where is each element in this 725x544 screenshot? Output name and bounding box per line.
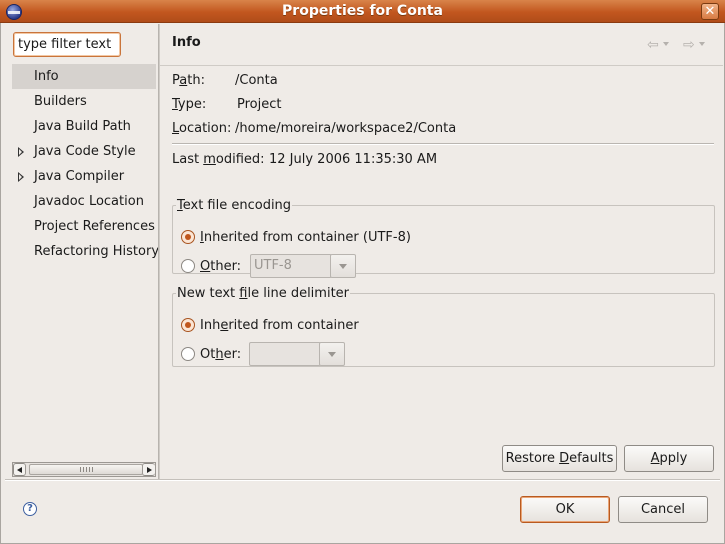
scroll-left-icon[interactable] bbox=[13, 463, 26, 476]
encoding-combo[interactable]: UTF-8 bbox=[250, 254, 332, 278]
left-pane: Info Builders Java Build Path Java Code … bbox=[5, 24, 160, 479]
info-separator bbox=[172, 143, 714, 145]
page-title: Info bbox=[172, 35, 201, 50]
delimiter-inherited-option[interactable]: Inherited from container bbox=[181, 315, 359, 337]
path-label-text: th: bbox=[187, 73, 205, 88]
legend-text: ext file encoding bbox=[182, 198, 292, 213]
modified-row: Last modified: 12 July 2006 11:35:30 AM bbox=[172, 152, 437, 167]
tree-item-label: Javadoc Location bbox=[34, 194, 144, 209]
button-mnemonic: D bbox=[559, 451, 570, 466]
option-mnemonic: O bbox=[200, 259, 211, 274]
button-mnemonic: A bbox=[650, 451, 660, 466]
modified-label-mnemonic: m bbox=[203, 152, 216, 167]
path-row: Path:/Conta bbox=[172, 73, 278, 88]
forward-arrow-icon[interactable]: ⇨ bbox=[683, 37, 709, 53]
expand-arrow-icon[interactable] bbox=[18, 147, 24, 157]
window-title: Properties for Conta bbox=[282, 3, 443, 19]
modified-label-text: Last bbox=[172, 152, 204, 167]
delimiter-combo[interactable] bbox=[249, 342, 321, 366]
button-text: pply bbox=[659, 451, 688, 466]
forward-glyph: ⇨ bbox=[683, 37, 695, 53]
tree-item-label: Info bbox=[34, 69, 59, 84]
tree-item-label: Builders bbox=[34, 94, 87, 109]
tree-item-label: Java Build Path bbox=[34, 119, 131, 134]
delimiter-other-option[interactable]: Other: bbox=[181, 344, 241, 366]
tree-item-label: Project References bbox=[34, 219, 155, 234]
location-label-mnemonic: L bbox=[172, 121, 180, 136]
back-arrow-icon[interactable]: ⇦ bbox=[647, 37, 673, 53]
ok-button[interactable]: OK bbox=[520, 496, 610, 523]
option-text: Inh bbox=[200, 318, 221, 333]
forward-dropdown-icon[interactable] bbox=[699, 42, 705, 46]
tree-item-java-code-style[interactable]: Java Code Style bbox=[12, 139, 156, 164]
title-bar: Properties for Conta ✕ bbox=[0, 0, 725, 23]
delimiter-legend: New text file line delimiter bbox=[176, 286, 350, 301]
button-text: efaults bbox=[569, 451, 614, 466]
radio-unchecked-icon[interactable] bbox=[181, 258, 195, 273]
page-header: Info ⇦ ⇨ bbox=[160, 24, 723, 66]
modified-value: 12 July 2006 11:35:30 AM bbox=[269, 152, 438, 167]
delimiter-group: New text file line delimiter Inherited f… bbox=[172, 286, 715, 367]
back-dropdown-icon[interactable] bbox=[663, 42, 669, 46]
tree-item-label: Java Code Style bbox=[34, 144, 136, 159]
type-value: Project bbox=[237, 97, 282, 112]
location-label: Location: bbox=[172, 121, 235, 136]
tree-item-javadoc-location[interactable]: Javadoc Location bbox=[12, 189, 156, 214]
option-text: Ot bbox=[200, 347, 216, 362]
tree-item-builders[interactable]: Builders bbox=[12, 89, 156, 114]
radio-checked-icon[interactable] bbox=[181, 229, 195, 244]
encoding-other-option[interactable]: Other: bbox=[181, 256, 241, 278]
option-text: nherited from container (UTF-8) bbox=[203, 230, 411, 245]
modified-label-text: odified: bbox=[215, 152, 265, 167]
option-text: er: bbox=[223, 347, 242, 362]
cancel-button[interactable]: Cancel bbox=[618, 496, 708, 523]
option-mnemonic: h bbox=[215, 347, 224, 362]
tree-item-refactoring-history[interactable]: Refactoring History bbox=[12, 239, 160, 264]
tree-item-info[interactable]: Info bbox=[12, 64, 156, 89]
property-tree: Info Builders Java Build Path Java Code … bbox=[12, 64, 160, 264]
location-label-text: ocation: bbox=[179, 121, 232, 136]
encoding-dropdown-icon[interactable] bbox=[330, 254, 356, 278]
location-value: /home/moreira/workspace2/Conta bbox=[235, 121, 457, 136]
option-text: ther: bbox=[210, 259, 242, 274]
filter-input[interactable] bbox=[13, 32, 121, 57]
expand-arrow-icon[interactable] bbox=[18, 172, 24, 182]
tree-item-project-references[interactable]: Project References bbox=[12, 214, 156, 239]
legend-text: New text bbox=[177, 286, 240, 301]
button-text: Restore bbox=[505, 451, 560, 466]
path-label: Path: bbox=[172, 73, 235, 88]
type-label: Type: bbox=[172, 97, 237, 112]
delimiter-dropdown-icon[interactable] bbox=[319, 342, 345, 366]
restore-defaults-button[interactable]: Restore Defaults bbox=[502, 445, 617, 472]
horizontal-scrollbar[interactable] bbox=[12, 462, 156, 477]
encoding-legend: Text file encoding bbox=[176, 198, 292, 213]
location-row: Location:/home/moreira/workspace2/Conta bbox=[172, 121, 456, 136]
encoding-inherited-option[interactable]: Inherited from container (UTF-8) bbox=[181, 227, 411, 249]
tree-item-java-compiler[interactable]: Java Compiler bbox=[12, 164, 156, 189]
encoding-group: Text file encoding Inherited from contai… bbox=[172, 198, 715, 278]
scroll-right-icon[interactable] bbox=[142, 463, 155, 476]
scroll-thumb[interactable] bbox=[29, 464, 143, 475]
apply-button[interactable]: Apply bbox=[624, 445, 714, 472]
option-text: rited from container bbox=[228, 318, 359, 333]
legend-text: ile line delimiter bbox=[247, 286, 350, 301]
tree-item-java-build-path[interactable]: Java Build Path bbox=[12, 114, 156, 139]
tree-item-label: Java Compiler bbox=[34, 169, 125, 184]
radio-unchecked-icon[interactable] bbox=[181, 346, 195, 361]
footer-separator bbox=[5, 479, 720, 481]
path-value: /Conta bbox=[235, 73, 278, 88]
radio-checked-icon[interactable] bbox=[181, 317, 195, 332]
close-button[interactable]: ✕ bbox=[701, 3, 719, 20]
right-pane: Info ⇦ ⇨ Path:/Conta Type: Project Locati… bbox=[160, 24, 723, 479]
type-label-text: ype: bbox=[177, 97, 207, 112]
modified-label: Last modified: bbox=[172, 152, 269, 167]
type-row: Type: Project bbox=[172, 97, 281, 112]
back-glyph: ⇦ bbox=[647, 37, 659, 53]
tree-item-label: Refactoring History bbox=[34, 244, 160, 259]
help-icon[interactable]: ? bbox=[23, 502, 37, 516]
